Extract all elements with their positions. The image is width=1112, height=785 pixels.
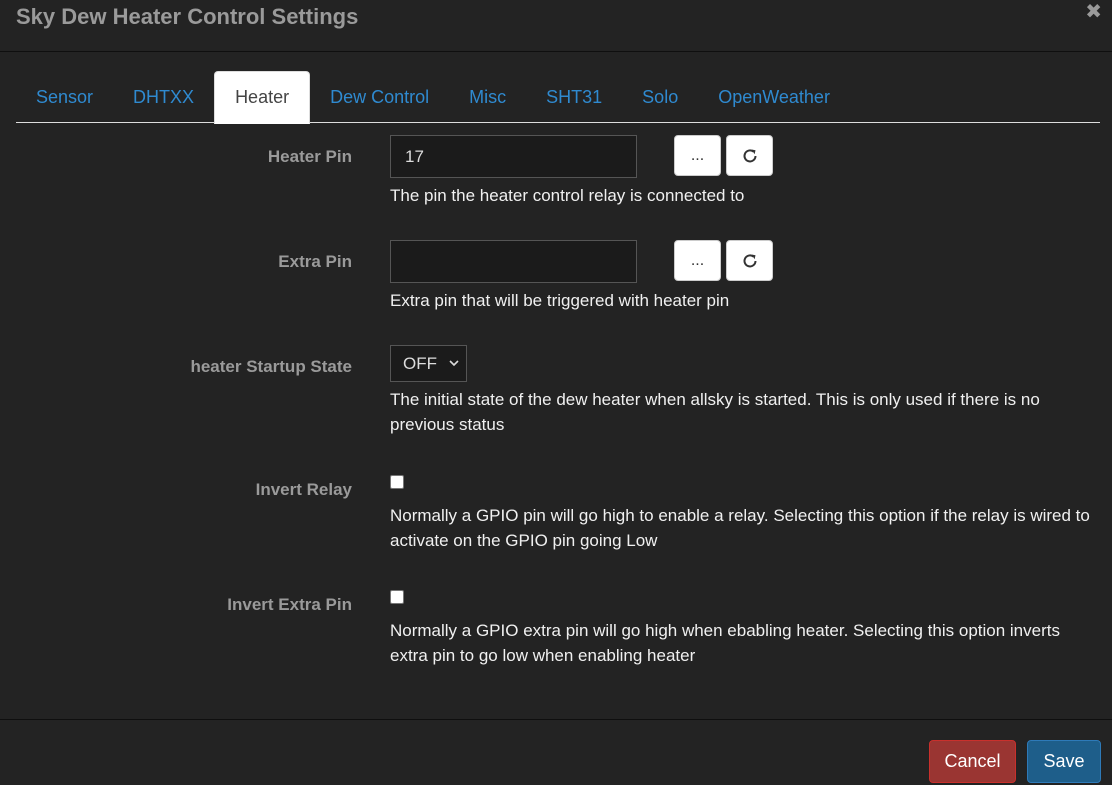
- dialog-header: Sky Dew Heater Control Settings ✖: [0, 0, 1112, 52]
- refresh-icon: [743, 253, 756, 267]
- heater-pin-input[interactable]: [390, 135, 637, 178]
- heater-pin-reset-button[interactable]: [726, 135, 773, 176]
- save-button[interactable]: Save: [1027, 740, 1101, 783]
- heater-pin-label: Heater Pin: [267, 147, 352, 166]
- invert-extra-pin-checkbox[interactable]: [390, 590, 404, 604]
- extra-pin-reset-button[interactable]: [726, 240, 773, 281]
- extra-pin-input[interactable]: [390, 240, 637, 283]
- tab-openweather[interactable]: OpenWeather: [698, 71, 850, 123]
- extra-pin-browse-button[interactable]: ...: [674, 240, 721, 281]
- tab-sensor[interactable]: Sensor: [16, 71, 113, 123]
- dialog-title: Sky Dew Heater Control Settings: [16, 4, 359, 29]
- invert-extra-pin-help: Normally a GPIO extra pin will go high w…: [390, 621, 1060, 665]
- startup-state-help: The initial state of the dew heater when…: [390, 390, 1040, 434]
- refresh-icon: [743, 148, 756, 162]
- tab-sht31[interactable]: SHT31: [526, 71, 622, 123]
- invert-relay-help: Normally a GPIO pin will go high to enab…: [390, 506, 1090, 550]
- tab-misc[interactable]: Misc: [449, 71, 526, 123]
- close-icon[interactable]: ✖: [1085, 1, 1102, 23]
- extra-pin-label: Extra Pin: [278, 252, 352, 271]
- heater-pin-browse-button[interactable]: ...: [674, 135, 721, 176]
- invert-extra-pin-label: Invert Extra Pin: [227, 595, 352, 614]
- dialog-footer: Cancel Save: [0, 719, 1112, 785]
- heater-pin-help: The pin the heater control relay is conn…: [390, 186, 745, 205]
- invert-relay-label: Invert Relay: [255, 480, 352, 499]
- startup-state-label: heater Startup State: [190, 357, 352, 376]
- cancel-button[interactable]: Cancel: [929, 740, 1016, 783]
- chevron-down-icon: [449, 360, 459, 367]
- extra-pin-help: Extra pin that will be triggered with he…: [390, 291, 730, 310]
- startup-state-select[interactable]: OFF: [390, 345, 467, 382]
- tab-dew-control[interactable]: Dew Control: [310, 71, 449, 123]
- dialog-body: Heater Pin ... The pin the heater contro…: [0, 123, 1112, 719]
- tab-solo[interactable]: Solo: [622, 71, 698, 123]
- startup-state-value: OFF: [403, 353, 437, 373]
- tab-bar: Sensor DHTXX Heater Dew Control Misc SHT…: [16, 71, 1100, 124]
- settings-dialog: Sky Dew Heater Control Settings ✖ Sensor…: [0, 0, 1112, 785]
- tab-heater[interactable]: Heater: [214, 71, 311, 124]
- tab-dhtxx[interactable]: DHTXX: [113, 71, 214, 123]
- invert-relay-checkbox[interactable]: [390, 475, 404, 489]
